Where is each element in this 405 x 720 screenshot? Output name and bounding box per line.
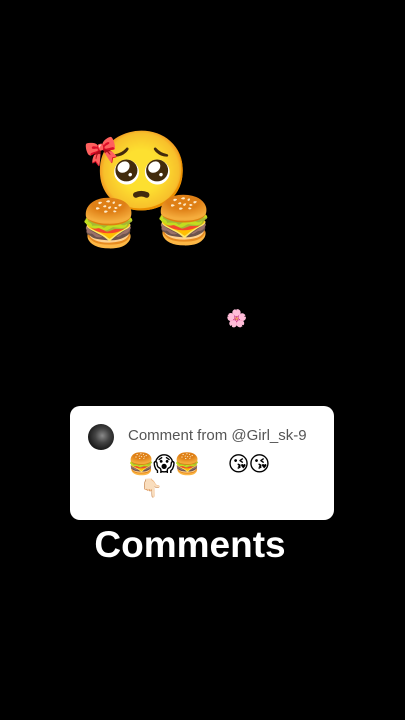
- sticker-burger-right: 🍔: [155, 193, 213, 247]
- comment-emojis: 🍔😱🍔 😘😘: [128, 452, 270, 476]
- comment-header: Comment from @Girl_sk-9: [128, 427, 307, 444]
- avatar[interactable]: [88, 424, 114, 450]
- sticker-flower: 🌸: [226, 309, 248, 329]
- comments-caption: Comments: [94, 524, 286, 565]
- sticker-bow: 🎀: [82, 134, 122, 172]
- comment-card[interactable]: Comment from @Girl_sk-9 🍔😱🍔 😘😘 👇🏻: [70, 406, 334, 520]
- pointing-down-emoji: 👇🏻: [140, 478, 163, 499]
- sticker-kiss-left: 😘: [166, 295, 229, 365]
- sticker-burger-left: 🍔: [80, 196, 138, 250]
